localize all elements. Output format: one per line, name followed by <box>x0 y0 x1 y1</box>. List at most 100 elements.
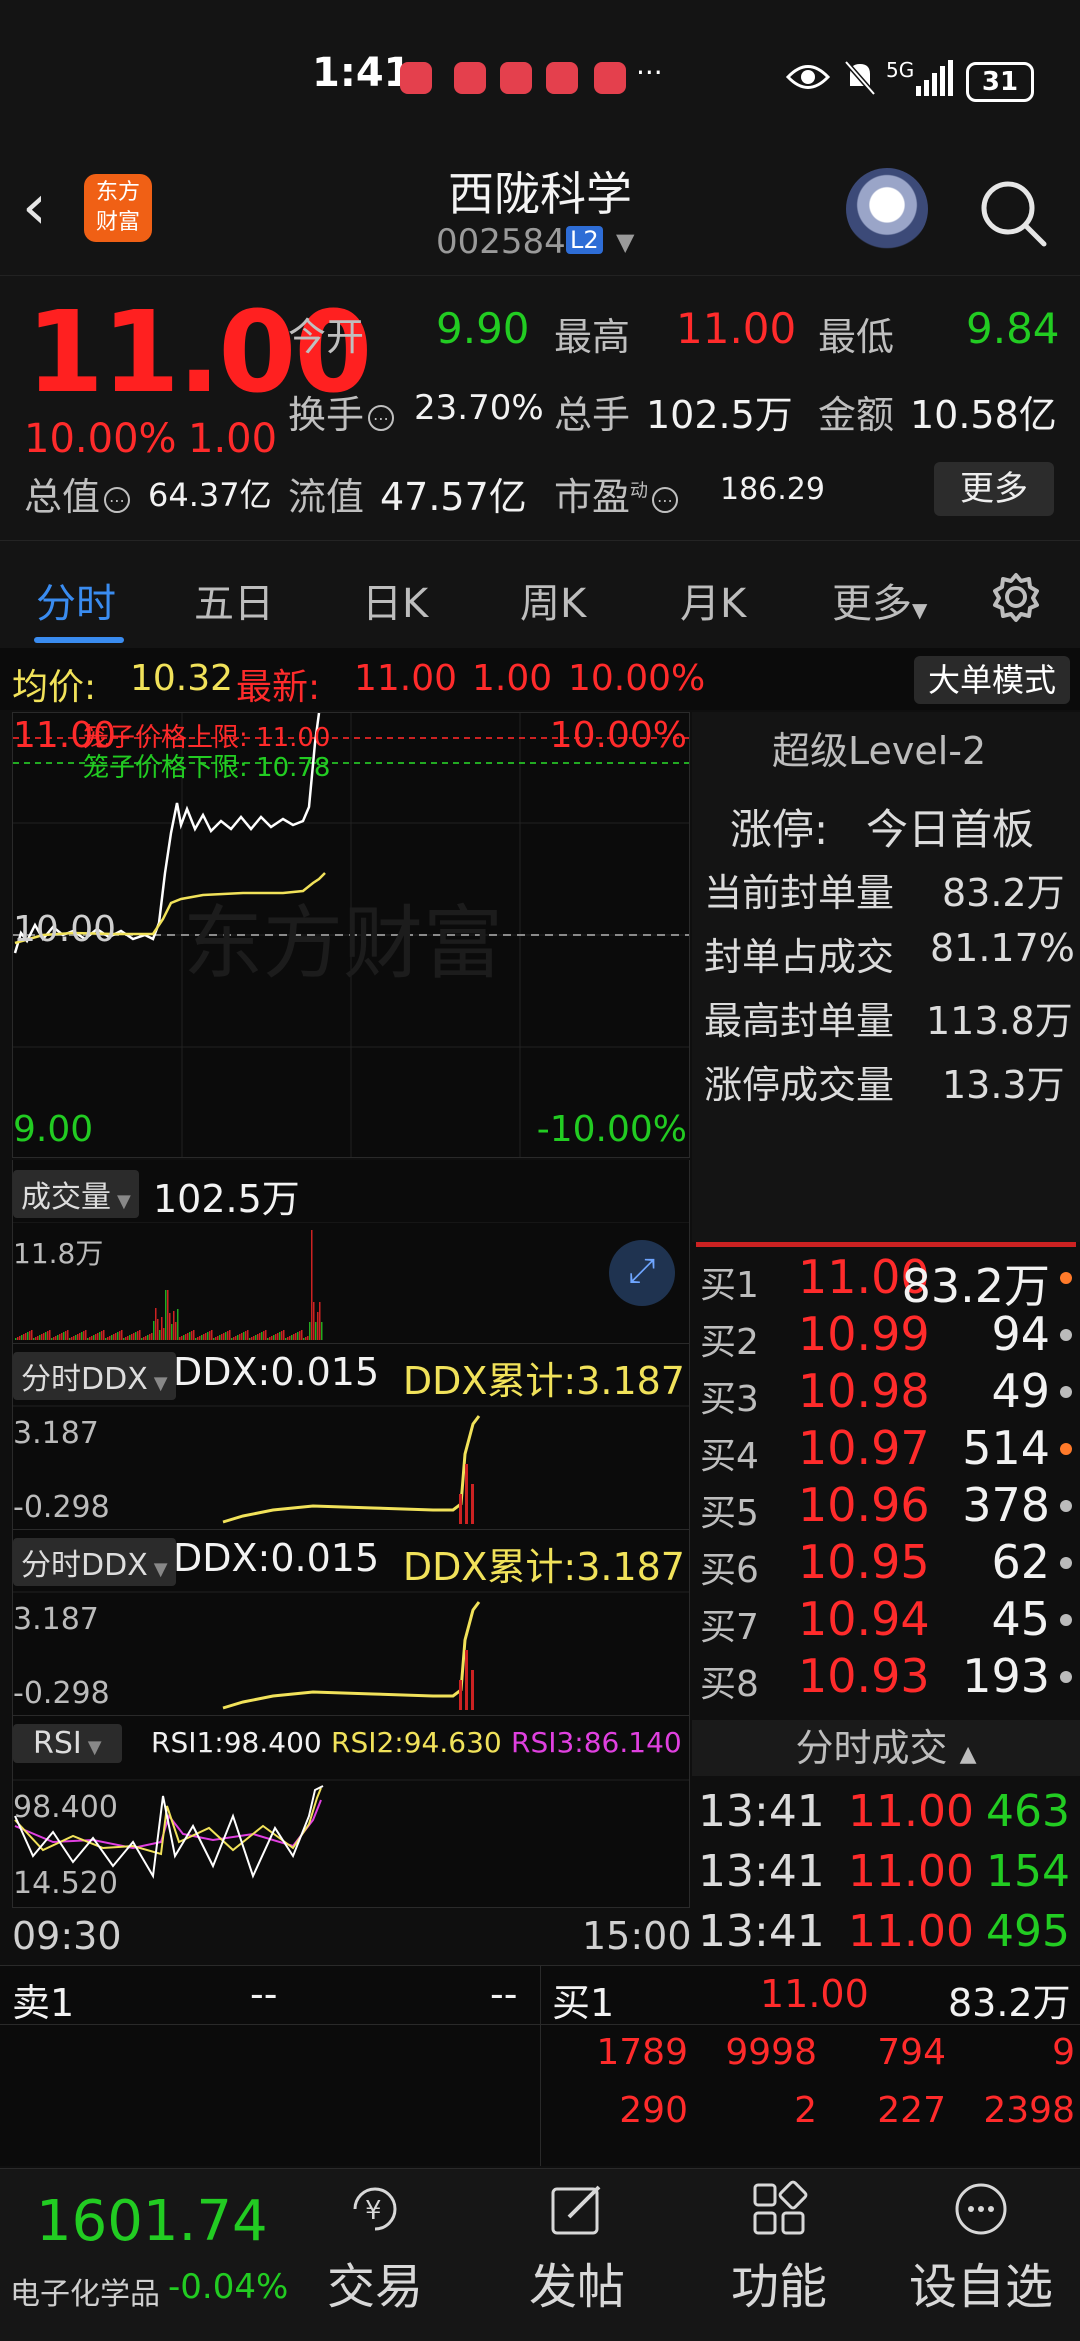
volume-bar <box>197 1337 199 1340</box>
volume-bar <box>15 1338 17 1340</box>
trade-button[interactable]: ¥ 交易 <box>300 2179 450 2317</box>
tab-daily-k[interactable]: 日K <box>362 571 428 629</box>
volume-bar <box>273 1335 275 1340</box>
tab-weekly-k[interactable]: 周K <box>520 571 586 629</box>
volume-bar <box>91 1336 93 1340</box>
volume-bar <box>283 1330 285 1340</box>
volume-bar <box>95 1334 97 1340</box>
high-value: 11.00 <box>676 304 797 353</box>
limit-down-price: 9.00 <box>13 1109 94 1150</box>
volume-bar <box>61 1333 63 1340</box>
tab-monthly-k[interactable]: 月K <box>680 571 746 629</box>
volume-bar <box>49 1330 51 1340</box>
volume-bar <box>301 1330 303 1340</box>
pe-label: 市盈动 ⋯ <box>554 466 682 521</box>
gear-icon[interactable] <box>990 571 1042 623</box>
volume-bar <box>181 1336 183 1340</box>
logo-text: 财富 <box>95 210 140 235</box>
volume-bar <box>31 1330 33 1340</box>
prev-close-price: 10.00 <box>13 909 117 950</box>
more-button[interactable]: 更多 <box>934 462 1054 516</box>
ticks-title: 分时成交 <box>795 1726 948 1770</box>
turnover-value: 23.70% <box>414 388 544 428</box>
volume-bar <box>247 1330 249 1340</box>
search-icon[interactable] <box>978 178 1048 248</box>
index-widget[interactable]: 1601.74 电子化学品 -0.04% <box>0 2169 300 2341</box>
info-icon[interactable]: ⋯ <box>104 486 131 513</box>
volume-bar <box>217 1336 219 1340</box>
latest-change: 1.00 <box>472 658 553 699</box>
volume-indicator-select[interactable]: 成交量 ▼ <box>13 1170 139 1218</box>
sell1-volume: -- <box>490 1972 518 2016</box>
level2-badge[interactable]: L2 <box>566 226 603 254</box>
queue-order-size: 1789 <box>596 2032 688 2073</box>
volume-bar <box>215 1337 217 1340</box>
volume-bar <box>165 1290 167 1340</box>
book-row[interactable]: 买7 10.94 45 <box>700 1592 1080 1648</box>
function-button[interactable]: 功能 <box>704 2179 854 2317</box>
rsi-chart[interactable]: RSI ▼ RSI1:98.400 RSI2:94.630 RSI3:86.140… <box>12 1716 690 1908</box>
ddx-chart-1[interactable]: 分时DDX ▼ DDX:0.015 DDX累计:3.187 3.187 -0.29… <box>12 1344 690 1530</box>
tab-more[interactable]: 更多▼ <box>832 571 927 629</box>
open-label: 今开 <box>288 315 365 359</box>
volume-bar <box>129 1335 131 1340</box>
index-percent: -0.04% <box>168 2267 289 2307</box>
book-row[interactable]: 买5 10.96 378 <box>700 1478 1080 1534</box>
add-watchlist-button[interactable]: 设自选 <box>906 2179 1056 2317</box>
volume-bar <box>223 1333 225 1340</box>
volume-bar <box>75 1335 77 1340</box>
assistant-robot-icon[interactable] <box>846 168 928 250</box>
volume-bar <box>59 1334 61 1340</box>
order-book[interactable]: 买1 11.00 83.2万 买2 10.99 94 买3 10.98 49 买4 10.97 514… <box>692 1250 1080 1720</box>
volume-bar <box>219 1335 221 1340</box>
clock: 1:41 <box>312 50 412 96</box>
info-icon[interactable]: ⋯ <box>368 404 395 431</box>
volume-chart[interactable]: 成交量 ▼ 102.5万 11.8万 ⤢ <box>12 1160 690 1344</box>
book-volume: 94 <box>991 1307 1050 1361</box>
book-row[interactable]: 买8 10.93 193 <box>700 1649 1080 1705</box>
volume-bar <box>209 1331 211 1340</box>
volume-bar <box>71 1337 73 1340</box>
ddx-chart-2[interactable]: 分时DDX ▼ DDX:0.015 DDX累计:3.187 3.187 -0.29… <box>12 1530 690 1716</box>
volume-bar <box>257 1334 259 1340</box>
caret-down-icon: ▼ <box>117 1191 131 1212</box>
intraday-chart[interactable]: 东方财富 11.00 笼子价格上限: 11.00 笼子价格下限: 10.78 1… <box>12 712 690 1158</box>
book-row[interactable]: 买4 10.97 514 <box>700 1421 1080 1477</box>
volume-bar <box>253 1336 255 1340</box>
volume-bar <box>137 1331 139 1340</box>
volume-bar <box>161 1317 163 1340</box>
info-icon[interactable]: ⋯ <box>652 486 679 513</box>
order-queue: 卖1 -- -- 买1 11.00 83.2万 1789 9998 794 9 290 2… <box>0 1965 1080 2166</box>
book-row[interactable]: 买2 10.99 94 <box>700 1307 1080 1363</box>
seal-volume-label: 当前封单量 <box>704 871 895 915</box>
time-axis-end: 15:00 <box>582 1914 692 1958</box>
period-tabs: 分时 五日 日K 周K 月K 更多▼ <box>0 540 1080 649</box>
post-button[interactable]: 发帖 <box>502 2179 652 2317</box>
mktcap-value: 64.37亿 <box>148 476 272 514</box>
book-row[interactable]: 买1 11.00 83.2万 <box>700 1250 1080 1313</box>
volume-bar <box>277 1333 279 1340</box>
volume-bar <box>249 1338 251 1340</box>
ticks-header[interactable]: 分时成交 ▲ <box>692 1720 1080 1776</box>
tab-intraday[interactable]: 分时 <box>36 571 116 629</box>
chevron-down-icon[interactable]: ▼ <box>616 228 634 256</box>
limit-up-percent: 10.00% <box>549 715 687 756</box>
book-row[interactable]: 买3 10.98 49 <box>700 1364 1080 1420</box>
level2-title[interactable]: 超级Level-2 <box>772 720 986 775</box>
pe-value: 186.29 <box>720 472 825 507</box>
volume-bar <box>97 1333 99 1340</box>
tab-five-day[interactable]: 五日 <box>194 571 274 629</box>
back-button[interactable]: ‹ <box>22 170 47 243</box>
volume-bar <box>101 1331 103 1340</box>
volume-bar <box>109 1336 111 1340</box>
order-dot-icon <box>1060 1329 1072 1341</box>
volume-bar <box>63 1332 65 1340</box>
book-row[interactable]: 买6 10.95 62 <box>700 1535 1080 1591</box>
big-order-mode-button[interactable]: 大单模式 <box>914 656 1070 704</box>
turnover-label: 换手 ⋯ <box>288 384 398 439</box>
expand-icon[interactable]: ⤢ <box>609 1240 675 1306</box>
amount-label: 金额 <box>818 393 895 437</box>
panel-divider <box>696 1242 1076 1247</box>
status-bar: 1:41 ··· 5G 31 <box>0 0 1080 150</box>
seal-volume-value: 83.2万 <box>942 871 1065 915</box>
